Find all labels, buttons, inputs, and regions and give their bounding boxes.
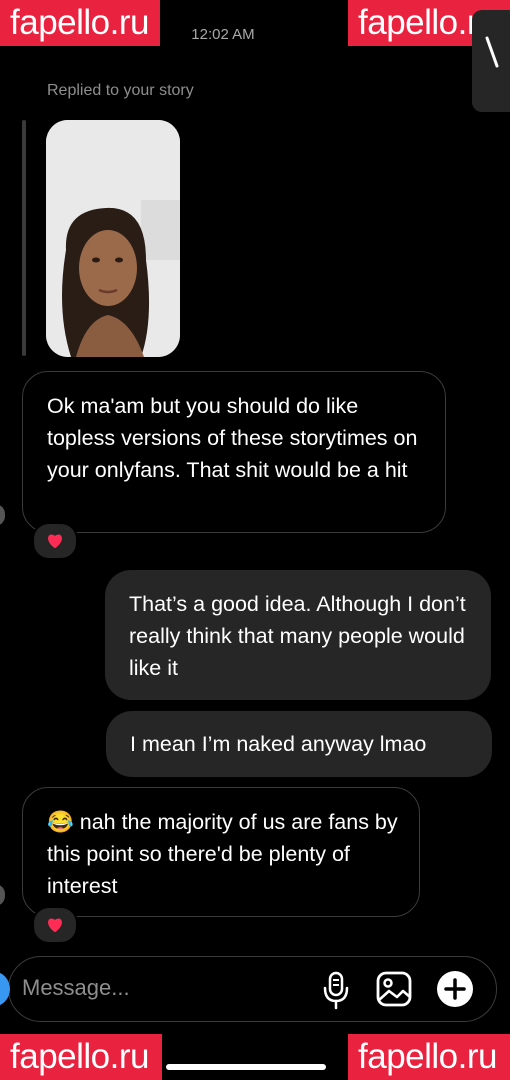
outgoing-message[interactable]: I mean I’m naked anyway lmao (106, 711, 492, 777)
heart-reaction-icon (48, 534, 62, 549)
heart-reaction[interactable] (32, 906, 78, 944)
pinned-card[interactable] (472, 10, 510, 112)
edit-icon (485, 36, 499, 68)
plus-icon[interactable] (436, 970, 474, 1008)
replied-to-story-label: Replied to your story (47, 82, 194, 99)
incoming-message[interactable]: 😂 nah the majority of us are fans by thi… (22, 787, 420, 917)
story-thumbnail[interactable] (46, 120, 180, 357)
story-reply-bar (22, 120, 26, 356)
message-input[interactable]: Message... (22, 975, 130, 1001)
camera-button[interactable] (0, 971, 10, 1007)
mic-icon[interactable] (322, 970, 350, 1010)
gallery-icon[interactable] (375, 970, 413, 1008)
sender-avatar[interactable] (0, 884, 5, 906)
incoming-message[interactable]: Ok ma'am but you should do like topless … (22, 371, 446, 533)
watermark-bottom-left: fapello.ru (0, 1034, 162, 1080)
home-indicator (166, 1064, 326, 1070)
heart-reaction-icon (48, 918, 62, 933)
heart-reaction[interactable] (32, 522, 78, 560)
sender-avatar[interactable] (0, 504, 5, 526)
message-timestamp: 12:02 AM (191, 26, 255, 43)
outgoing-message[interactable]: That’s a good idea. Although I don’t rea… (105, 570, 491, 700)
watermark-bottom-right: fapello.ru (348, 1034, 510, 1080)
